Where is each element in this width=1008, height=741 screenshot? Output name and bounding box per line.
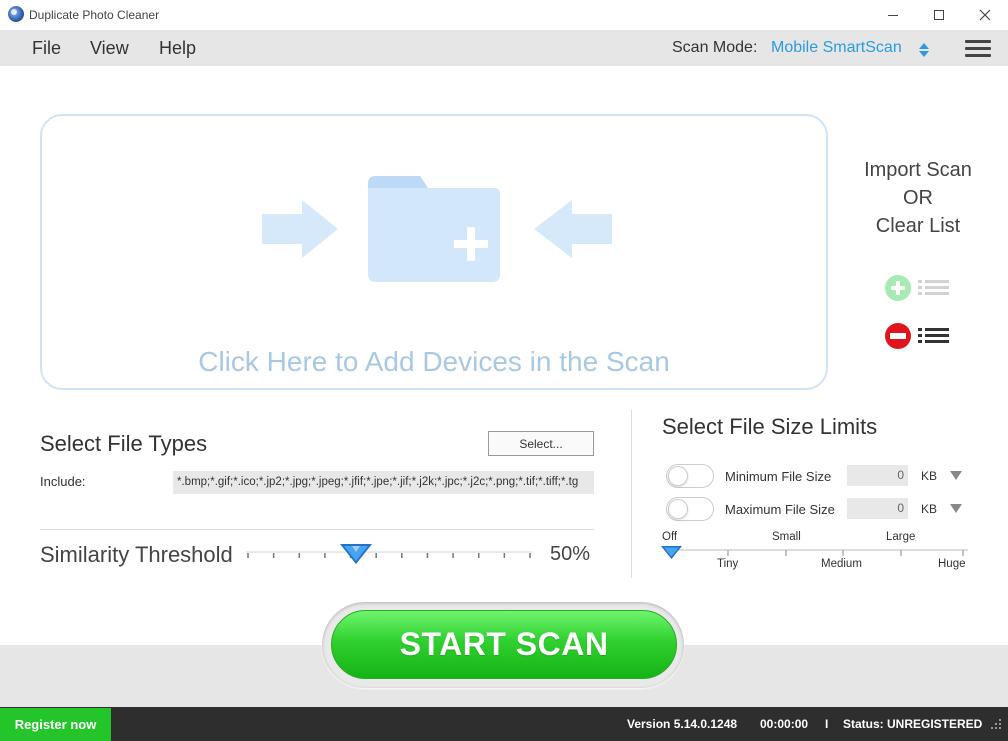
clear-list-icon[interactable] (884, 322, 950, 350)
max-size-dropdown-icon[interactable] (950, 504, 962, 513)
scale-label-large: Large (886, 531, 916, 543)
max-size-input[interactable]: 0 (847, 498, 908, 519)
min-size-label: Minimum File Size (725, 469, 832, 484)
max-size-label: Maximum File Size (725, 502, 835, 517)
select-file-types-button[interactable]: Select... (488, 431, 594, 456)
scan-mode-select[interactable]: Mobile SmartScan (771, 39, 902, 57)
status-bar: Register now Version 5.14.0.1248 00:00:0… (0, 707, 1008, 741)
start-scan-button[interactable]: START SCAN (331, 610, 677, 679)
resize-grip-icon[interactable] (990, 718, 1002, 730)
minimize-icon (888, 14, 898, 16)
maximize-icon (934, 10, 944, 20)
file-size-track[interactable] (660, 544, 970, 560)
menu-help[interactable]: Help (159, 38, 196, 59)
vertical-divider (631, 410, 632, 578)
minimize-button[interactable] (870, 0, 916, 30)
maximize-button[interactable] (916, 0, 962, 30)
add-folder-icon (262, 176, 612, 282)
file-types-title: Select File Types (40, 431, 208, 456)
min-size-toggle[interactable] (666, 464, 714, 488)
registration-status: Status: UNREGISTERED (843, 717, 983, 731)
include-extensions-field[interactable]: *.bmp;*.gif;*.ico;*.jp2;*.jpg;*.jpeg;*.j… (173, 471, 594, 494)
register-now-button[interactable]: Register now (0, 708, 111, 741)
clear-list-text: Clear List (875, 215, 961, 237)
import-scan-icon[interactable] (884, 274, 950, 302)
or-text: OR (903, 187, 933, 209)
scale-label-small: Small (772, 531, 801, 543)
scan-mode-label: Scan Mode: (672, 39, 758, 56)
sort-arrows-icon[interactable] (918, 42, 930, 58)
menu-bar: File View Help Scan Mode: Mobile SmartSc… (0, 30, 1008, 66)
version-text: Version 5.14.0.1248 (627, 717, 738, 731)
max-size-toggle[interactable] (666, 497, 714, 521)
scale-label-tiny: Tiny (717, 558, 739, 570)
hamburger-menu-icon[interactable] (965, 40, 991, 58)
similarity-slider[interactable] (246, 542, 532, 568)
scale-label-medium: Medium (821, 558, 862, 570)
add-devices-dropzone[interactable]: Click Here to Add Devices in the Scan (40, 114, 828, 390)
similarity-threshold-title: Similarity Threshold (40, 542, 233, 567)
scale-label-huge: Huge (938, 558, 966, 570)
elapsed-time: 00:00:00 (760, 717, 809, 731)
file-size-limits-title: Select File Size Limits (662, 414, 878, 439)
menu-view[interactable]: View (90, 38, 129, 59)
size-slider-thumb-icon[interactable] (661, 546, 682, 559)
max-size-unit: KB (921, 502, 938, 516)
window-title: Duplicate Photo Cleaner (29, 8, 160, 22)
app-logo-icon (8, 6, 24, 22)
divider (40, 529, 594, 530)
close-button[interactable] (962, 0, 1008, 30)
min-size-dropdown-icon[interactable] (950, 471, 962, 480)
close-icon (979, 9, 991, 21)
similarity-value: 50% (550, 543, 591, 565)
title-bar: Duplicate Photo Cleaner (0, 0, 1008, 30)
menu-file[interactable]: File (32, 38, 61, 59)
import-clear-heading: Import Scan OR Clear List (848, 156, 988, 240)
scale-label-off: Off (662, 531, 678, 543)
status-separator: I (825, 717, 829, 731)
import-scan-text: Import Scan (864, 159, 972, 181)
slider-thumb-icon[interactable] (340, 544, 372, 564)
min-size-unit: KB (921, 469, 938, 483)
file-size-scale[interactable]: Off Small Large Tiny Medium Huge (660, 530, 970, 575)
include-label: Include: (40, 474, 86, 489)
min-size-input[interactable]: 0 (847, 465, 908, 486)
add-devices-text: Click Here to Add Devices in the Scan (198, 346, 670, 377)
